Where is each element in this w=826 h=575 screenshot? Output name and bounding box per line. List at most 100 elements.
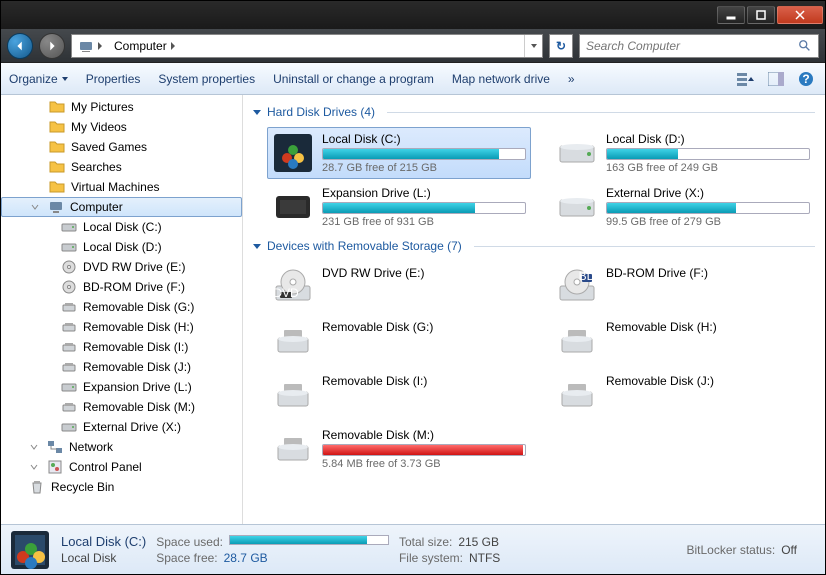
organize-menu[interactable]: Organize [9,72,68,86]
drive-item[interactable]: Removable Disk (H:) [551,315,815,367]
search-icon [798,39,812,53]
uninstall-button[interactable]: Uninstall or change a program [273,72,434,86]
tree-item-label: DVD RW Drive (E:) [83,260,185,274]
navigation-pane[interactable]: My Pictures My VideosSaved Games Searches V… [1,95,243,524]
computer-icon [48,199,64,215]
tree-item[interactable]: Recycle Bin [1,477,242,497]
system-properties-button[interactable]: System properties [158,72,255,86]
forward-button[interactable] [39,33,65,59]
tree-item[interactable]: Removable Disk (G:) [1,297,242,317]
minimize-button[interactable] [717,6,745,24]
tree-item-label: Virtual Machines [71,180,160,194]
tree-item[interactable]: Local Disk (D:) [1,237,242,257]
tree-item[interactable]: Searches [1,157,242,177]
drive-item[interactable]: DVDDVD RW Drive (E:) [267,261,531,313]
folder-icon [49,119,65,135]
toolbar-overflow[interactable]: » [568,72,575,86]
address-root-icon[interactable] [72,35,108,57]
content-pane[interactable]: Hard Disk Drives (4) Local Disk (C:)28.7 … [243,95,825,524]
expand-icon[interactable] [29,442,39,452]
search-input[interactable] [586,39,798,53]
drive-icon [272,428,314,470]
collapse-icon [253,244,261,249]
svg-text:BD: BD [579,269,596,283]
tree-item[interactable]: External Drive (X:) [1,417,242,437]
view-options-button[interactable] [735,68,757,90]
hdd-icon [61,419,77,435]
tree-item-label: Control Panel [69,460,142,474]
expand-icon[interactable] [30,202,40,212]
tree-item[interactable]: Computer [1,197,242,217]
recycle-icon [29,479,45,495]
drive-item[interactable]: Removable Disk (J:) [551,369,815,421]
address-dropdown[interactable] [524,35,542,57]
drive-name: Local Disk (C:) [322,132,526,146]
drive-item[interactable]: Removable Disk (M:)5.84 MB free of 3.73 … [267,423,531,475]
tree-item[interactable]: Expansion Drive (L:) [1,377,242,397]
collapse-icon [253,110,261,115]
tree-item[interactable]: Removable Disk (I:) [1,337,242,357]
group-title: Devices with Removable Storage (7) [267,239,462,253]
tree-item[interactable]: Control Panel [1,457,242,477]
drive-item[interactable]: Expansion Drive (L:)231 GB free of 931 G… [267,181,531,233]
tree-item-label: Searches [71,160,122,174]
tree-item-label: Expansion Drive (L:) [83,380,192,394]
tree-item-label: Local Disk (D:) [83,240,162,254]
command-bar: Organize Properties System properties Un… [1,63,825,95]
capacity-bar [322,202,526,214]
tree-item[interactable]: My Videos [1,117,242,137]
refresh-button[interactable]: ↻ [549,34,573,58]
tree-item-label: Removable Disk (M:) [83,400,195,414]
properties-button[interactable]: Properties [86,72,141,86]
address-segment-computer[interactable]: Computer [108,35,181,57]
close-button[interactable] [777,6,823,24]
tree-item-label: Removable Disk (G:) [83,300,194,314]
drive-icon [556,320,598,362]
address-segment-label: Computer [114,39,167,53]
drive-item[interactable]: Local Disk (C:)28.7 GB free of 215 GB [267,127,531,179]
drive-item[interactable]: External Drive (X:)99.5 GB free of 279 G… [551,181,815,233]
removable-icon [61,399,77,415]
group-header[interactable]: Hard Disk Drives (4) [253,105,815,119]
drive-free-text: 231 GB free of 931 GB [322,216,526,228]
preview-pane-button[interactable] [765,68,787,90]
cpanel-icon [47,459,63,475]
tree-item[interactable]: Removable Disk (J:) [1,357,242,377]
tree-item[interactable]: DVD RW Drive (E:) [1,257,242,277]
map-drive-button[interactable]: Map network drive [452,72,550,86]
drive-name: Removable Disk (I:) [322,374,526,388]
network-icon [47,439,63,455]
drive-icon [272,132,314,174]
details-title: Local Disk (C:) [61,534,146,549]
search-box[interactable] [579,34,819,58]
tree-item[interactable]: Removable Disk (H:) [1,317,242,337]
tree-item-label: My Pictures [71,100,134,114]
title-bar [1,1,825,29]
tree-item[interactable]: Saved Games [1,137,242,157]
group-header[interactable]: Devices with Removable Storage (7) [253,239,815,253]
removable-icon [61,339,77,355]
tree-item[interactable]: Removable Disk (M:) [1,397,242,417]
tree-item[interactable]: My Pictures [1,97,242,117]
drive-name: Removable Disk (M:) [322,428,526,442]
hdd-icon [61,219,77,235]
tree-item[interactable]: Network [1,437,242,457]
tree-item[interactable]: BD-ROM Drive (F:) [1,277,242,297]
explorer-window: Computer ↻ Organize Properties System pr… [0,0,826,575]
address-bar[interactable]: Computer [71,34,543,58]
back-button[interactable] [7,33,33,59]
tree-item[interactable]: Virtual Machines [1,177,242,197]
drive-name: External Drive (X:) [606,186,810,200]
drive-item[interactable]: Removable Disk (I:) [267,369,531,421]
tree-item[interactable]: Local Disk (C:) [1,217,242,237]
body: My Pictures My VideosSaved Games Searches V… [1,95,825,524]
maximize-button[interactable] [747,6,775,24]
help-button[interactable]: ? [795,68,817,90]
drive-item[interactable]: Removable Disk (G:) [267,315,531,367]
drive-item[interactable]: Local Disk (D:)163 GB free of 249 GB [551,127,815,179]
tree-item-label: Network [69,440,113,454]
drive-item[interactable]: BDBD-ROM Drive (F:) [551,261,815,313]
drive-icon [556,374,598,416]
drive-name: Local Disk (D:) [606,132,810,146]
expand-icon[interactable] [29,462,39,472]
